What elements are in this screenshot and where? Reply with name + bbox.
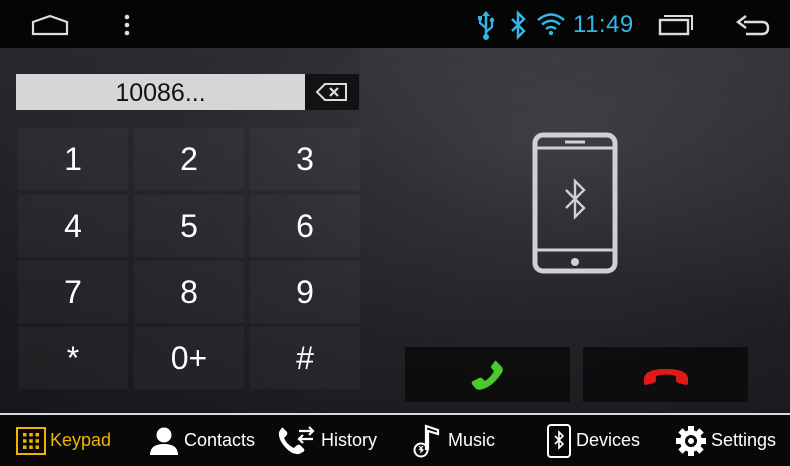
bluetooth-phone-icon	[532, 132, 618, 274]
contact-icon	[150, 427, 178, 455]
hang-up-button[interactable]	[583, 347, 748, 402]
bluetooth-phone-screen: 11:49 10086... 1 2 3 4 5 6 7 8 9 * 0+ #	[0, 0, 790, 466]
nav-label-keypad: Keypad	[50, 430, 112, 450]
phone-hangup-icon	[643, 368, 688, 385]
clock: 11:49	[573, 11, 634, 38]
key-8[interactable]: 8	[134, 261, 244, 323]
backspace-button[interactable]	[305, 74, 359, 110]
nav-label-music: Music	[448, 430, 496, 450]
key-0-plus[interactable]: 0+	[134, 327, 244, 389]
key-5[interactable]: 5	[134, 195, 244, 257]
backspace-icon	[315, 83, 347, 101]
wifi-icon	[537, 13, 565, 36]
recent-apps-icon[interactable]	[656, 14, 694, 36]
key-1[interactable]: 1	[18, 128, 128, 190]
nav-contacts[interactable]: Contacts	[148, 415, 255, 466]
back-icon[interactable]	[734, 14, 770, 36]
bottom-navigation: Keypad Contacts History Music Devices Se…	[0, 413, 790, 466]
nav-label-contacts: Contacts	[184, 430, 256, 450]
music-note-icon	[413, 423, 440, 457]
key-hash[interactable]: #	[250, 327, 360, 389]
nav-music[interactable]: Music	[412, 415, 495, 466]
nav-keypad[interactable]: Keypad	[16, 415, 111, 466]
nav-devices[interactable]: Devices	[546, 415, 640, 466]
nav-history[interactable]: History	[277, 415, 377, 466]
nav-label-devices: Devices	[576, 430, 641, 450]
gear-icon	[676, 425, 706, 456]
home-icon[interactable]	[30, 14, 70, 36]
keypad-icon	[16, 426, 46, 455]
call-button[interactable]	[405, 347, 570, 402]
nav-settings[interactable]: Settings	[675, 415, 776, 466]
dialed-number-display[interactable]: 10086...	[16, 74, 305, 110]
bluetooth-device-icon	[547, 423, 571, 458]
nav-label-history: History	[321, 430, 378, 450]
key-9[interactable]: 9	[250, 261, 360, 323]
call-history-icon	[278, 425, 315, 454]
key-2[interactable]: 2	[134, 128, 244, 190]
nav-label-settings: Settings	[711, 430, 777, 450]
key-star[interactable]: *	[18, 327, 128, 389]
key-3[interactable]: 3	[250, 128, 360, 190]
status-bar: 11:49	[0, 0, 790, 48]
key-6[interactable]: 6	[250, 195, 360, 257]
usb-icon	[478, 11, 495, 40]
menu-icon[interactable]	[124, 14, 130, 36]
key-7[interactable]: 7	[18, 261, 128, 323]
phone-call-icon	[471, 360, 503, 390]
key-4[interactable]: 4	[18, 195, 128, 257]
bluetooth-icon	[511, 10, 526, 40]
